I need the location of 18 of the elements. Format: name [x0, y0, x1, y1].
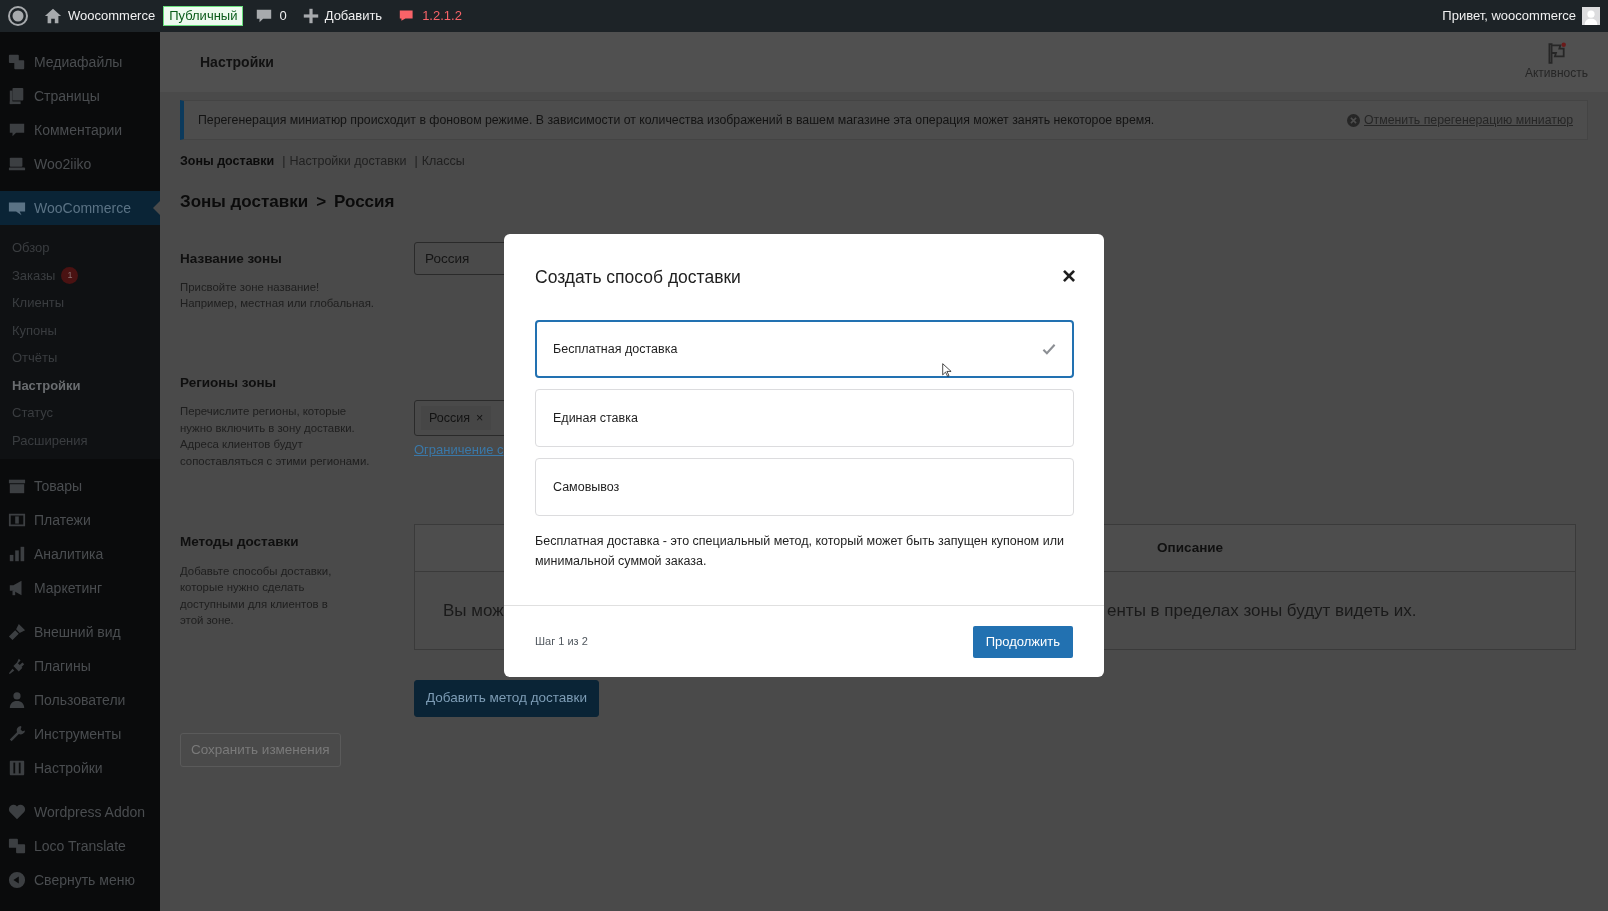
column-header: Описание [1157, 539, 1224, 558]
status-badge: Публичный [163, 6, 244, 26]
option-label: Самовывоз [553, 478, 620, 496]
count-badge: 1 [61, 266, 79, 284]
breadcrumb-separator: > [316, 191, 327, 214]
modal-title: Создать способ доставки [535, 266, 741, 289]
step-indicator: Шаг 1 из 2 [535, 634, 588, 650]
option-label: Бесплатная доставка [553, 340, 678, 358]
option-label: Единая ставка [553, 409, 638, 427]
field-label: Регионы зоны [180, 374, 278, 392]
separator: | [282, 153, 286, 171]
separator: | [414, 153, 418, 171]
field-label: Методы доставки [180, 533, 300, 552]
notice-text: Перегенерация миниатюр происходит в фоновом режиме. В зависимости от количества изображений в вашем магазине эта операция может занять некоторое время. [198, 112, 1155, 129]
breadcrumb-current: Россия [334, 191, 395, 214]
field-label: Название зоны [180, 249, 283, 268]
page-title: Настройки [200, 52, 274, 72]
option-description: Бесплатная доставка - это специальный метод, который может быть запущен купоном или минимальной суммой заказа. [534, 533, 1065, 570]
